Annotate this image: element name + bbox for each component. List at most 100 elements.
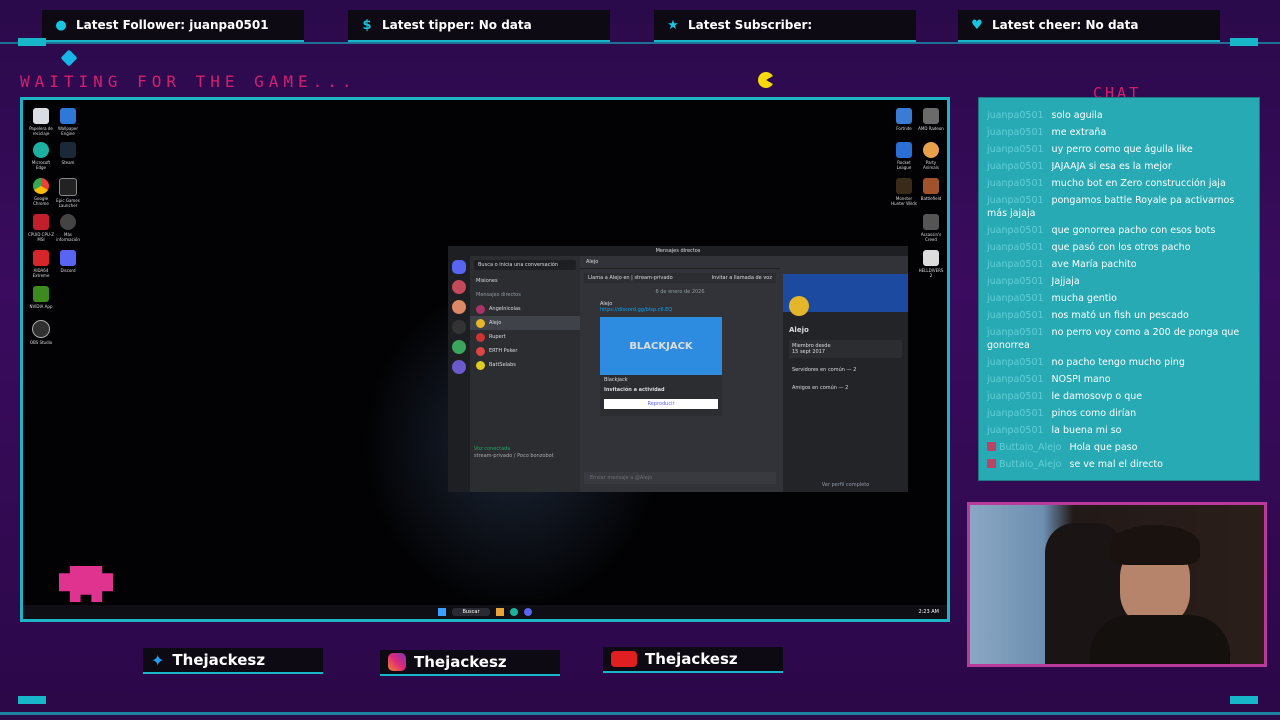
desktop-icon-aida64[interactable]: AIDA64 Extreme (28, 250, 54, 278)
instagram-icon (388, 653, 406, 671)
desktop-icon-label: Google Chrome (33, 196, 49, 206)
desktop-icon-amd[interactable]: AMD Radeon (918, 108, 944, 131)
activity-card: BLACKJACK Blackjack Invitación a activid… (600, 317, 722, 416)
dm-item[interactable]: Angelnicolas (470, 302, 580, 316)
server-icon[interactable] (452, 360, 466, 374)
message-link[interactable]: https://discord.gg/blsp.c6.EQ (600, 307, 780, 313)
dm-search-input[interactable]: Busca o inicia una conversación (474, 260, 576, 270)
corner-tick (1230, 38, 1258, 46)
chat-message: juanpa0501 pongamos battle Royale pa acti… (979, 192, 1259, 222)
servers-in-common[interactable]: Servidores en común — 2 (789, 364, 902, 376)
desktop-icon-more-info[interactable]: Más información (55, 214, 81, 242)
discord-taskbar-icon[interactable] (523, 608, 532, 616)
sparkle-icon (60, 49, 78, 67)
dm-sidebar: Busca o inicia una conversación Misiones… (470, 256, 580, 492)
chat-text: no pacho tengo mucho ping (1051, 357, 1185, 368)
battlefield-icon (923, 178, 939, 194)
dm-item[interactable]: Rupert (470, 330, 580, 344)
desktop-icon-label: Más información (56, 232, 80, 242)
chat-text: ave María pachito (1051, 259, 1137, 270)
desktop-icon-battlefield[interactable]: Battlefield (918, 178, 944, 201)
desktop-icon-label: Fortnite (896, 126, 912, 131)
desktop-icon-label: Rocket League (896, 160, 912, 170)
latest-subscriber-alert: ★ Latest Subscriber: (654, 10, 916, 42)
blackjack-banner: BLACKJACK (600, 317, 722, 375)
desktop-icon-assassins-creed[interactable]: Assassin's Creed (918, 214, 944, 242)
edge-icon (33, 142, 49, 158)
channel-header: Alejo (580, 256, 780, 269)
server-icon[interactable] (452, 340, 466, 354)
dm-name: BattSelabs (489, 362, 516, 368)
desktop-icon-helldivers[interactable]: HELLDIVERS 2 (918, 250, 944, 278)
youtube-icon (611, 651, 637, 667)
desktop-icon-party-animals[interactable]: Party Animals (918, 142, 944, 170)
windows-start-icon[interactable] (438, 608, 447, 616)
chat-username: juanpa0501 (987, 259, 1044, 270)
chat-username: Buttalo_Alejo (999, 442, 1062, 453)
discord-icon (60, 250, 76, 266)
desktop-icon-wallpaper-engine[interactable]: Wallpaper Engine (55, 108, 81, 136)
avatar (476, 360, 485, 370)
helldivers-icon (923, 250, 939, 266)
chat-panel: juanpa0501 solo aguila juanpa0501 me extrañ… (978, 97, 1260, 481)
desktop-icon-cpuz[interactable]: CPUID CPU-Z MSI (28, 214, 54, 242)
invite-call-button[interactable]: Invitar a llamada de voz (712, 273, 772, 283)
avatar (476, 304, 485, 314)
desktop-icon-epic[interactable]: Epic Games Launcher (55, 178, 81, 208)
desktop-icon-fortnite[interactable]: Fortnite (891, 108, 917, 131)
server-icon[interactable] (452, 280, 466, 294)
chat-text: que pasó con los otros pacho (1051, 242, 1191, 253)
dm-item-selected[interactable]: Alejo (470, 316, 580, 330)
rocket-league-icon (896, 142, 912, 158)
desktop-icon-steam[interactable]: Steam (55, 142, 81, 165)
server-icon[interactable] (452, 300, 466, 314)
chat-message: juanpa0501 NOSPI mano (979, 371, 1259, 388)
desktop-icon-monster-hunter[interactable]: Monster Hunter Wilds (891, 178, 917, 206)
missions-item[interactable]: Misiones (470, 274, 580, 288)
chat-message: juanpa0501 le damosovp o que (979, 388, 1259, 405)
top-frame-line (0, 42, 1280, 44)
discord-home-icon[interactable] (452, 260, 466, 274)
latest-follower-label: Latest Follower: juanpa0501 (76, 18, 269, 32)
chat-text: me extraña (1051, 127, 1107, 138)
desktop-icon-label: Epic Games Launcher (56, 198, 80, 208)
play-activity-button[interactable]: Reproducir (604, 399, 718, 409)
desktop-icon-obs[interactable]: OBS Studio (28, 320, 54, 345)
server-icon[interactable] (452, 320, 466, 334)
steam-icon (60, 142, 76, 158)
dm-item[interactable]: BattSelabs (470, 358, 580, 372)
avatar (476, 332, 485, 342)
amd-icon (923, 108, 939, 124)
chat-message: juanpa0501 mucho bot en Zero construcción… (979, 175, 1259, 192)
desktop-icon-discord[interactable]: Discord (55, 250, 81, 273)
chat-message: juanpa0501 que gonorrea pacho con esos bo… (979, 222, 1259, 239)
chat-text: nos mató un fish un pescado (1051, 310, 1189, 321)
activity-game: Blackjack (604, 377, 628, 383)
latest-follower-alert: ● Latest Follower: juanpa0501 (42, 10, 304, 42)
youtube-social: Thejackesz (603, 647, 783, 673)
latest-tipper-label: Latest tipper: No data (382, 18, 532, 32)
dm-item[interactable]: ERTH Poker (470, 344, 580, 358)
chat-message: juanpa0501 pinos como dirían (979, 405, 1259, 422)
desktop-icon-chrome[interactable]: Google Chrome (28, 178, 54, 206)
chat-message: juanpa0501 JAJAAJA si esa es la mejor (979, 158, 1259, 175)
desktop-icon-nvidia[interactable]: NVIDIA App (28, 286, 54, 309)
view-full-profile[interactable]: Ver perfil completo (783, 482, 908, 488)
friends-in-common[interactable]: Amigos en común — 2 (789, 382, 902, 394)
profile-panel: Alejo Miembro desde 15 sept 2017 Servido… (783, 274, 908, 492)
file-explorer-icon[interactable] (495, 608, 504, 616)
discord-window: Mensajes directos Busca o inicia una con… (448, 246, 908, 492)
space-invader-icon (59, 566, 113, 602)
desktop-icon-rocket-league[interactable]: Rocket League (891, 142, 917, 170)
desktop-icon-label: NVIDIA App (29, 304, 53, 309)
chat-username: juanpa0501 (987, 225, 1044, 236)
chat-username: juanpa0501 (987, 276, 1044, 287)
desktop-icon-edge[interactable]: Microsoft Edge (28, 142, 54, 170)
edge-taskbar-icon[interactable] (509, 608, 518, 616)
taskbar-search[interactable]: Buscar (452, 608, 490, 616)
voice-status: Voz conectada (474, 446, 511, 452)
desktop-icon-recycle-bin[interactable]: Papelera de reciclaje (28, 108, 54, 136)
desktop-icon-label: Monster Hunter Wilds (891, 196, 917, 206)
message-composer[interactable]: Enviar mensaje a @Alejo (584, 472, 776, 484)
chat-text: solo aguila (1051, 110, 1103, 121)
